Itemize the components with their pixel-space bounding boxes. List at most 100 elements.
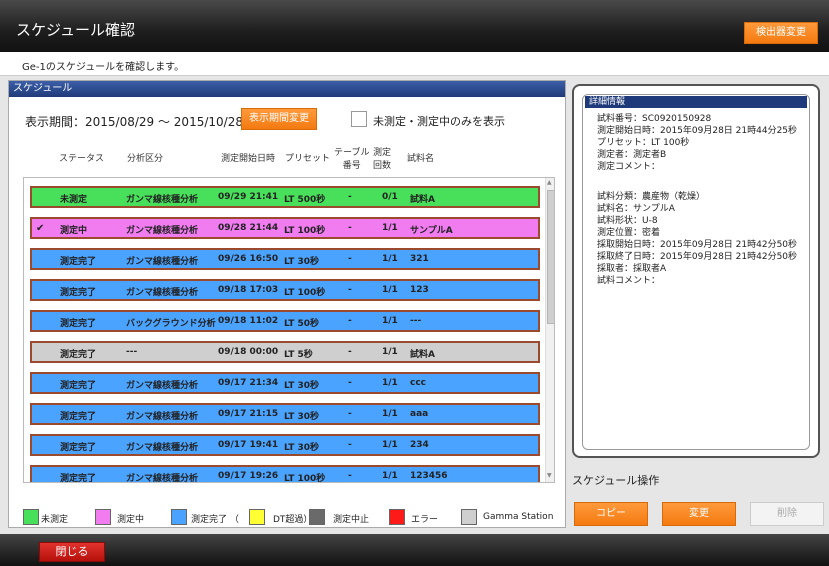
legend-swatch (389, 509, 405, 525)
delete-button[interactable]: 削除 (750, 502, 824, 526)
row-type: バックグラウンド分析 (126, 319, 216, 329)
col-measure-count: 測定 回数 (373, 148, 392, 171)
col-analysis-type: 分析区分 (127, 154, 164, 164)
legend-label: DT超過） (273, 515, 313, 525)
detail-header: 詳細情報 (585, 96, 807, 108)
row-table: - (348, 409, 352, 419)
row-sample: 321 (410, 254, 429, 264)
schedule-panel-header: スケジュール (9, 81, 565, 97)
row-status: 測定完了 (60, 443, 97, 453)
row-status: 測定完了 (60, 381, 97, 391)
row-sample: 試料A (410, 350, 435, 360)
row-start: 09/17 19:26 (218, 471, 279, 481)
schedule-scrollbar[interactable]: ▲ ▼ (545, 178, 554, 482)
row-preset: LT 30秒 (284, 381, 320, 391)
row-table: - (348, 378, 352, 388)
row-table: - (348, 440, 352, 450)
row-type: ガンマ線核種分析 (126, 257, 199, 267)
row-sample: 234 (410, 440, 429, 450)
table-row[interactable]: 測定完了 ガンマ線核種分析 09/17 19:26 LT 100秒 - 1/1 123456 (30, 465, 540, 483)
row-status: 測定完了 (60, 257, 97, 267)
col-sample-name: 試料名 (407, 154, 435, 164)
row-type: ガンマ線核種分析 (126, 412, 199, 422)
col-preset: プリセット (285, 154, 331, 164)
table-row[interactable]: 測定完了 ガンマ線核種分析 09/17 21:34 LT 30秒 - 1/1 ccc (30, 372, 540, 394)
subtitle-text: Ge-1のスケジュールを確認します。 (22, 62, 185, 73)
subtitle-bar: Ge-1のスケジュールを確認します。 (0, 52, 829, 76)
table-row[interactable]: 測定完了 ガンマ線核種分析 09/18 17:03 LT 100秒 - 1/1 123 (30, 279, 540, 301)
detail-box: 詳細情報 試料番号：SC0920150928 測定開始日時：2015年09月28日… (582, 94, 810, 450)
row-type: ガンマ線核種分析 (126, 226, 199, 236)
row-count: 1/1 (382, 440, 398, 450)
row-sample: ccc (410, 378, 427, 388)
detail-panel: 詳細情報 試料番号：SC0920150928 測定開始日時：2015年09月28日… (572, 84, 820, 458)
row-type: ガンマ線核種分析 (126, 195, 199, 205)
change-button[interactable]: 変更 (662, 502, 736, 526)
table-row[interactable]: 測定完了 ガンマ線核種分析 09/17 21:15 LT 30秒 - 1/1 aaa (30, 403, 540, 425)
legend-swatch (23, 509, 39, 525)
row-status: 測定中 (60, 226, 88, 236)
row-type: --- (126, 347, 138, 357)
legend-swatch (309, 509, 325, 525)
detail-line: 測定コメント： (597, 162, 661, 172)
row-preset: LT 100秒 (284, 226, 326, 236)
close-button[interactable]: 閉じる (39, 542, 105, 562)
row-status: 測定完了 (60, 350, 97, 360)
table-row[interactable]: 測定完了 ガンマ線核種分析 09/17 19:41 LT 30秒 - 1/1 234 (30, 434, 540, 456)
row-table: - (348, 316, 352, 326)
row-table: - (348, 471, 352, 481)
legend-swatch (95, 509, 111, 525)
pending-only-checkbox[interactable] (351, 111, 367, 127)
scroll-up-arrow-icon[interactable]: ▲ (547, 179, 552, 186)
row-status: 測定完了 (60, 288, 97, 298)
row-count: 1/1 (382, 347, 398, 357)
row-table: - (348, 347, 352, 357)
table-row[interactable]: 未測定 ガンマ線核種分析 09/29 21:41 LT 500秒 - 0/1 試料A (30, 186, 540, 208)
table-row[interactable]: 測定完了 --- 09/18 00:00 LT 5秒 - 1/1 試料A (30, 341, 540, 363)
row-start: 09/18 11:02 (218, 316, 279, 326)
legend-label: Gamma Station (483, 512, 554, 522)
legend-label: 測定中止 (333, 515, 370, 525)
table-row[interactable]: 測定完了 ガンマ線核種分析 09/26 16:50 LT 30秒 - 1/1 321 (30, 248, 540, 270)
row-status: 測定完了 (60, 412, 97, 422)
row-sample: 試料A (410, 195, 435, 205)
table-row[interactable]: ✔ 測定中 ガンマ線核種分析 09/28 21:44 LT 100秒 - 1/1 サンプルA (30, 217, 540, 239)
row-status: 測定完了 (60, 319, 97, 329)
legend-swatch (171, 509, 187, 525)
row-table: - (348, 285, 352, 295)
row-sample: aaa (410, 409, 429, 419)
footer-bar (0, 534, 829, 566)
row-type: ガンマ線核種分析 (126, 381, 199, 391)
legend-label: 測定中 (117, 515, 145, 525)
legend-label: 未測定 (41, 515, 69, 525)
row-preset: LT 100秒 (284, 288, 326, 298)
row-count: 1/1 (382, 471, 398, 481)
row-start: 09/18 17:03 (218, 285, 279, 295)
scroll-thumb[interactable] (547, 190, 554, 324)
legend-swatch (249, 509, 265, 525)
schedule-panel: スケジュール 表示期間：2015/08/29 ～ 2015/10/28 表示期間… (8, 80, 566, 528)
period-change-button[interactable]: 表示期間変更 (241, 108, 317, 130)
row-count: 1/1 (382, 254, 398, 264)
row-type: ガンマ線核種分析 (126, 474, 199, 483)
scroll-down-arrow-icon[interactable]: ▼ (547, 472, 552, 479)
table-row[interactable]: 測定完了 バックグラウンド分析 09/18 11:02 LT 50秒 - 1/1 --- (30, 310, 540, 332)
selected-check-icon: ✔ (36, 223, 45, 234)
row-count: 1/1 (382, 316, 398, 326)
row-sample: 123 (410, 285, 429, 295)
detector-change-button[interactable]: 検出器変更 (744, 22, 818, 44)
col-status: ステータス (59, 154, 105, 164)
row-sample: サンプルA (410, 226, 453, 236)
row-table: - (348, 254, 352, 264)
row-count: 0/1 (382, 192, 398, 202)
col-table-number: テーブル 番号 (334, 148, 370, 171)
copy-button[interactable]: コピー (574, 502, 648, 526)
row-status: 測定完了 (60, 474, 97, 483)
row-type: ガンマ線核種分析 (126, 288, 199, 298)
row-sample: --- (410, 316, 422, 326)
row-start: 09/17 21:15 (218, 409, 279, 419)
row-type: ガンマ線核種分析 (126, 443, 199, 453)
row-table: - (348, 192, 352, 202)
period-label: 表示期間：2015/08/29 ～ 2015/10/28 (25, 115, 243, 129)
row-status: 未測定 (60, 195, 88, 205)
